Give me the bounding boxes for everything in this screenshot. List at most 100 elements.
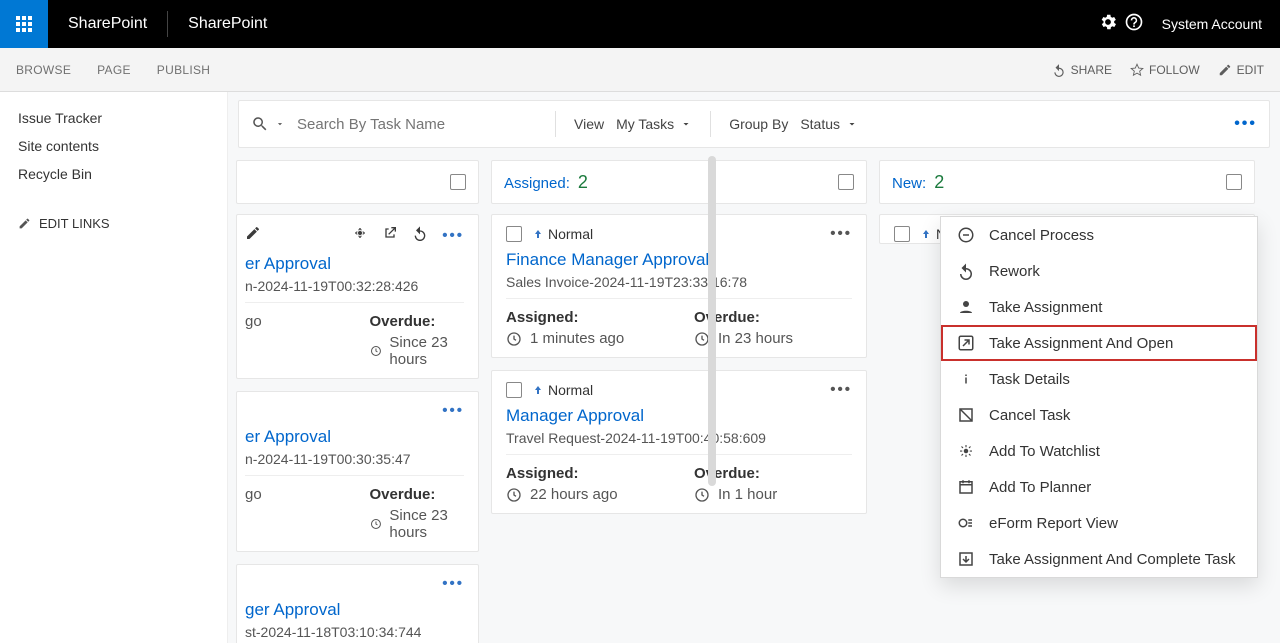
ctx-cancel-process[interactable]: Cancel Process [941,217,1257,253]
follow-label: FOLLOW [1149,63,1200,77]
task-subtitle: Sales Invoice-2024-11-19T23:33:16:78 [506,274,852,299]
edit-links-button[interactable]: EDIT LINKS [18,188,227,231]
task-title-link[interactable]: Manager Approval [506,398,852,430]
nav-recycle-bin[interactable]: Recycle Bin [18,160,227,188]
view-dropdown[interactable]: My Tasks [616,116,692,132]
task-subtitle: st-2024-11-18T03:10:34:744 [245,624,464,640]
group-by-dropdown[interactable]: Status [800,116,858,132]
card-more-button[interactable]: ••• [830,381,852,398]
refresh-share-icon [1052,63,1066,77]
ribbon-tab-publish[interactable]: PUBLISH [157,63,210,77]
ribbon-tab-browse[interactable]: BROWSE [16,63,71,77]
star-icon [1130,63,1144,77]
task-card[interactable]: Normal ••• Manager Approval Travel Reque… [491,370,867,514]
ctx-cancel-task[interactable]: Cancel Task [941,397,1257,433]
ctx-rework[interactable]: Rework [941,253,1257,289]
ctx-eform-report-view[interactable]: eForm Report View [941,505,1257,541]
overdue-value: Since 23 hours [370,334,465,368]
nav-issue-tracker[interactable]: Issue Tracker [18,104,227,132]
ctx-take-assignment-and-open[interactable]: Take Assignment And Open [941,325,1257,361]
scrollbar-thumb[interactable] [708,156,716,486]
view-value: My Tasks [616,116,674,132]
task-title-link[interactable]: ger Approval [245,592,464,624]
body: Issue Tracker Site contents Recycle Bin … [0,92,1280,643]
arrow-up-icon [532,384,544,396]
pencil-icon [18,217,31,230]
ctx-add-to-planner[interactable]: Add To Planner [941,469,1257,505]
brand-secondary[interactable]: SharePoint [168,15,287,33]
card-more-button[interactable]: ••• [830,225,852,242]
cancel-task-icon [957,406,975,424]
column-count: 2 [934,172,944,193]
task-title-link[interactable]: er Approval [245,419,464,451]
refresh-user-icon[interactable] [412,225,428,246]
task-title-link[interactable]: Finance Manager Approval [506,242,852,274]
task-subtitle: n-2024-11-19T00:32:28:426 [245,278,464,303]
search-button[interactable] [251,115,285,133]
ribbon-tab-page[interactable]: PAGE [97,63,131,77]
column-label: Assigned: [504,175,570,192]
assigned-value: go [245,486,340,503]
follow-button[interactable]: FOLLOW [1130,63,1200,77]
separator [710,111,711,137]
group-by-value: Status [800,116,840,132]
task-subtitle: n-2024-11-19T00:30:35:47 [245,451,464,476]
arrow-up-icon [920,228,932,240]
card-more-button[interactable]: ••• [442,402,464,419]
column-header: Assigned: 2 [491,160,867,204]
assigned-label: Assigned: [506,465,664,486]
chevron-down-icon [275,119,285,129]
task-card[interactable]: Normal ••• Finance Manager Approval Sale… [491,214,867,358]
settings-icon[interactable] [1098,12,1118,37]
task-card[interactable]: ••• ger Approval st-2024-11-18T03:10:34:… [236,564,479,643]
nav-site-contents[interactable]: Site contents [18,132,227,160]
ctx-take-assignment[interactable]: Take Assignment [941,289,1257,325]
column-select-checkbox[interactable] [450,174,466,190]
clock-icon [694,487,710,503]
share-button[interactable]: SHARE [1052,63,1112,77]
search-input[interactable] [297,116,537,133]
overdue-value: Since 23 hours [370,507,465,541]
task-checkbox[interactable] [894,226,910,242]
user-name-label[interactable]: System Account [1150,16,1270,32]
column-header [236,160,479,204]
board-column-assigned: Assigned: 2 Normal ••• Finance Manager A… [491,160,867,643]
app-launcher-button[interactable] [0,0,48,48]
task-subtitle: Travel Request-2024-11-19T00:40:58:609 [506,430,852,455]
column-select-checkbox[interactable] [838,174,854,190]
edit-button[interactable]: EDIT [1218,63,1264,77]
card-more-button[interactable]: ••• [442,227,464,244]
pencil-icon[interactable] [245,225,261,246]
task-checkbox[interactable] [506,382,522,398]
clock-icon [506,331,522,347]
person-icon [957,298,975,316]
overdue-label: Overdue: [370,486,465,507]
task-card[interactable]: ••• er Approval n-2024-11-19T00:30:35:47… [236,391,479,552]
task-checkbox[interactable] [506,226,522,242]
help-icon[interactable] [1124,12,1144,37]
separator [555,111,556,137]
arrow-up-icon [532,228,544,240]
rework-icon [957,262,975,280]
clock-icon [506,487,522,503]
overdue-label: Overdue: [370,313,465,334]
main: View My Tasks Group By Status ••• [228,92,1280,643]
toolbar-more-button[interactable]: ••• [1234,115,1257,133]
task-card[interactable]: ••• er Approval n-2024-11-19T00:32:28:42… [236,214,479,379]
ctx-task-details[interactable]: Task Details [941,361,1257,397]
ctx-add-to-watchlist[interactable]: Add To Watchlist [941,433,1257,469]
brand-primary: SharePoint [48,15,167,33]
ctx-take-and-complete[interactable]: Take Assignment And Complete Task [941,541,1257,577]
watch-icon[interactable] [352,225,368,246]
card-more-button[interactable]: ••• [442,575,464,592]
left-nav: Issue Tracker Site contents Recycle Bin … [0,92,228,643]
column-select-checkbox[interactable] [1226,174,1242,190]
open-external-icon[interactable] [382,225,398,246]
chevron-down-icon [680,118,692,130]
column-label: New: [892,175,926,192]
pencil-icon [1218,63,1232,77]
edit-links-label: EDIT LINKS [39,216,110,231]
overdue-value: In 23 hours [694,330,852,347]
task-title-link[interactable]: er Approval [245,246,464,278]
cancel-icon [957,226,975,244]
